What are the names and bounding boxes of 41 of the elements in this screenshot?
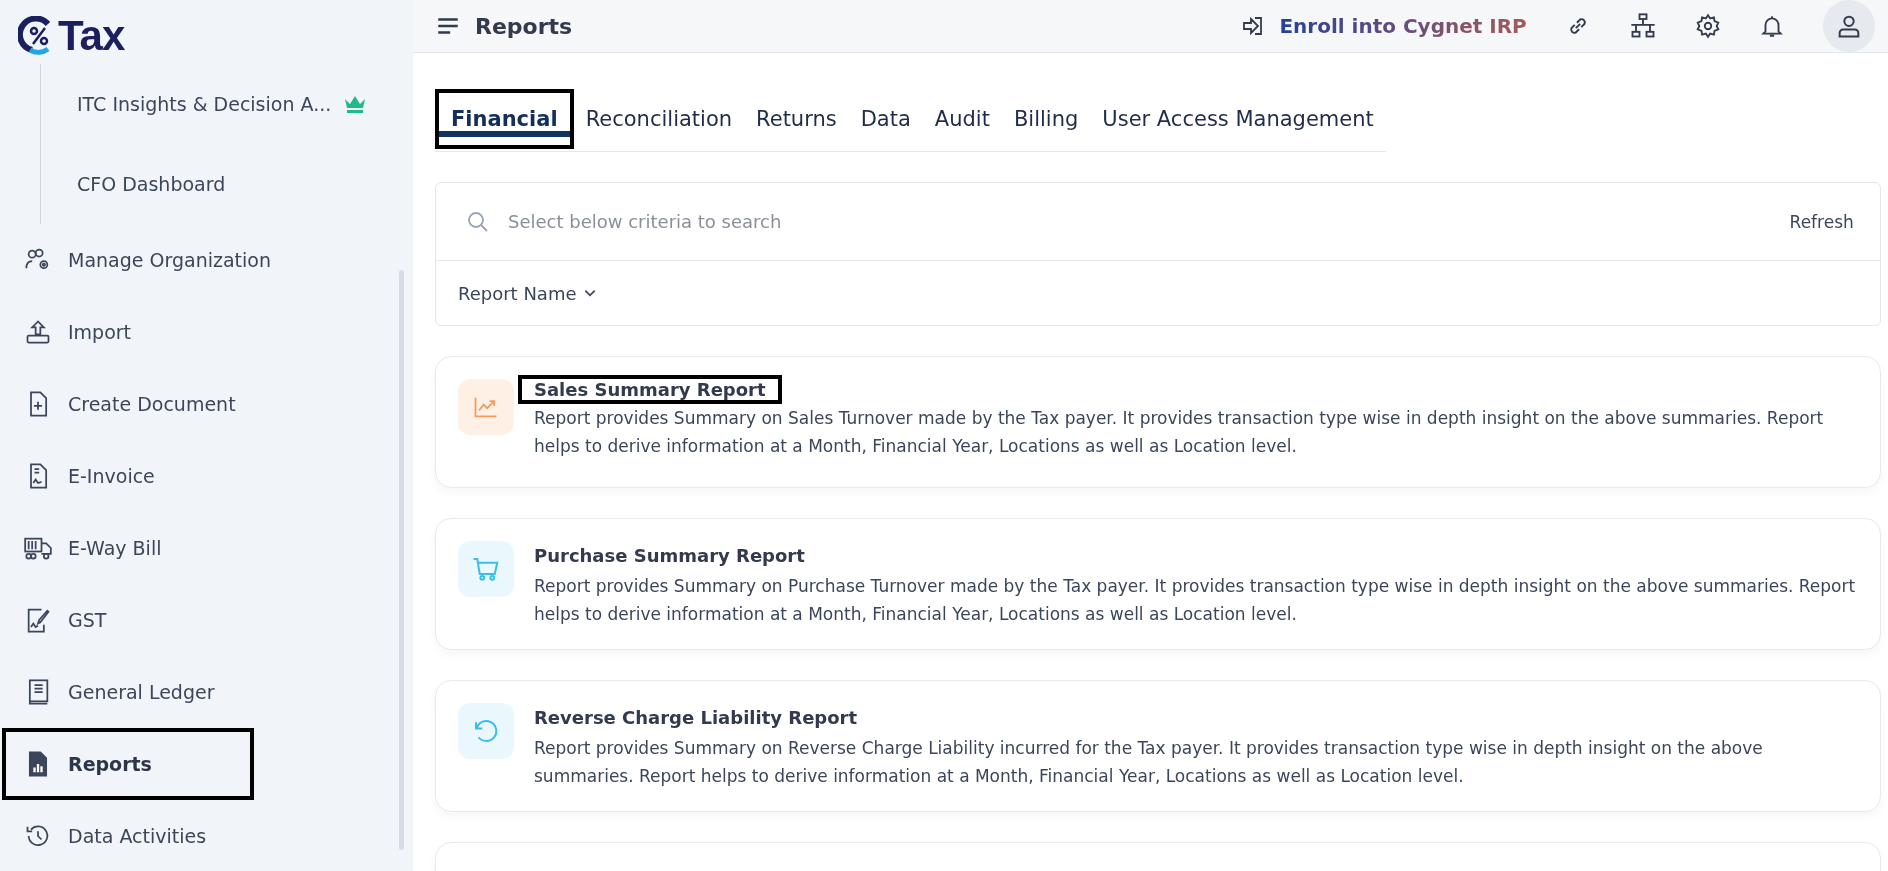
report-description: Report provides Summary on Sales Turnover made by the Tax payer. It provides transaction type wise in depth insight on the above summaries. Report helps to derive information at a Month, Financial Year, Locations as well as Location level. (534, 407, 1825, 458)
undo-icon (458, 703, 514, 759)
tab[interactable]: Billing (1001, 93, 1091, 145)
sidebar-subitem[interactable]: ITC Insights & Decision A... (77, 93, 332, 115)
user-avatar[interactable] (1822, 0, 1875, 52)
sidebar-item[interactable]: Reports (2, 728, 254, 800)
search-icon (466, 209, 490, 234)
report-card[interactable] (435, 680, 1881, 812)
report-description: Report provides Summary on Purchase Turnover made by the Tax payer. It provides transaction type wise in depth insight on the above summaries. Report helps to derive information at a Month, Financial Year, Locations as well as Location level. (534, 575, 1857, 626)
sidebar-subitem[interactable]: CFO Dashboard (77, 173, 226, 195)
shopping-cart-icon (458, 541, 514, 597)
tab[interactable]: User Access Management (1090, 93, 1386, 145)
upload-icon (24, 318, 52, 346)
tab[interactable]: Financial (435, 89, 574, 149)
tab[interactable]: Data (848, 93, 923, 145)
sidebar-item[interactable]: Data Activities (0, 800, 360, 871)
report-card[interactable] (435, 356, 1881, 488)
notification-icon[interactable] (1758, 13, 1785, 39)
settings-icon[interactable] (1694, 13, 1721, 39)
page-title: Reports (475, 13, 573, 39)
sidebar-item[interactable]: Manage Organization (0, 224, 360, 296)
tab[interactable]: Reconciliation (573, 93, 745, 145)
report-name-dropdown[interactable]: Report Name (458, 282, 597, 304)
sidebar-item[interactable]: E-Invoice (0, 440, 360, 512)
sitemap-icon[interactable] (1628, 12, 1657, 40)
tab[interactable]: Audit (922, 93, 1002, 145)
sidebar-item[interactable]: E-Way Bill (0, 512, 360, 584)
report-title[interactable]: Sales Summary Report (518, 375, 782, 404)
report-title[interactable]: Purchase Summary Report (534, 541, 805, 572)
refresh-button[interactable]: Refresh (1783, 210, 1860, 233)
search-field[interactable]: Select below criteria to search (506, 210, 1768, 233)
sidebar-item[interactable]: Import (0, 296, 360, 368)
sidebar-item[interactable]: Create Document (0, 368, 360, 440)
report-description: Report provides Summary on Reverse Charge Liability incurred for the Tax payer. It provides transaction type wise in depth insight on the above summaries. Report helps to derive information at a Month, Financial Year, Locations as well as Location level. (534, 737, 1764, 788)
sidebar-item[interactable]: General Ledger (0, 656, 360, 728)
sidebar-item[interactable]: GST (0, 584, 360, 656)
logo-text: Tax (58, 12, 125, 60)
report-card[interactable] (435, 518, 1881, 650)
report-title[interactable]: Reverse Charge Liability Report (534, 703, 858, 734)
tab[interactable]: Returns (744, 93, 849, 145)
trend-chart-icon (458, 379, 514, 435)
